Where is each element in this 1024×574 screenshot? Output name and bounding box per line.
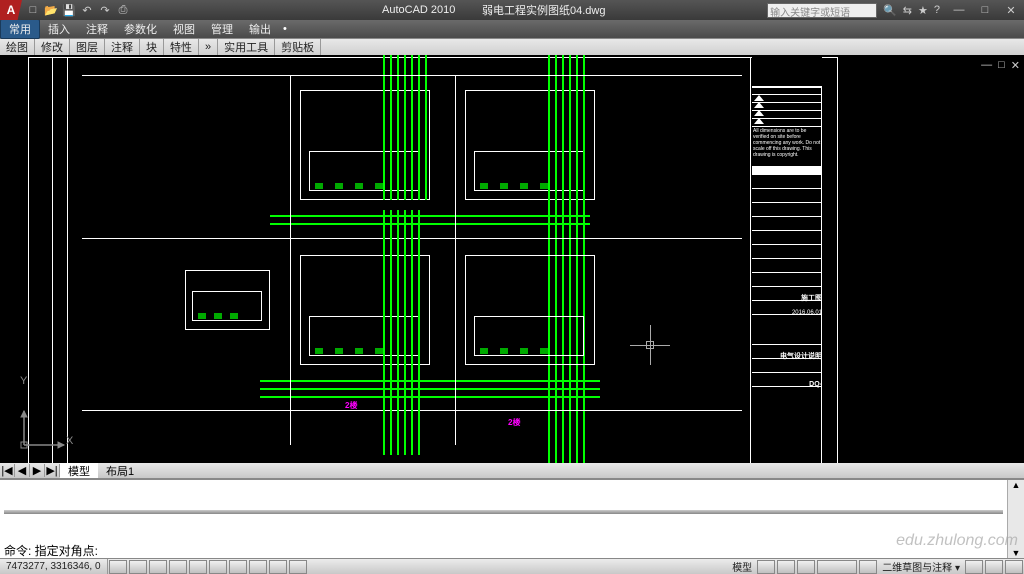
tb-date: 2016.06.01 bbox=[792, 310, 822, 316]
scroll-up-icon[interactable]: ▲ bbox=[1012, 480, 1021, 490]
qat-redo-icon[interactable]: ↷ bbox=[98, 3, 112, 17]
workspace-switcher[interactable]: 二维草图与注释 ▾ bbox=[878, 559, 964, 574]
status-icon[interactable] bbox=[985, 560, 1003, 574]
tab-parametric[interactable]: 参数化 bbox=[116, 20, 165, 38]
tab-nav-prev[interactable]: ◀ bbox=[15, 464, 30, 477]
app-title: AutoCAD 2010 bbox=[382, 4, 455, 16]
ribbon-tabs: 常用 插入 注释 参数化 视图 管理 输出 • bbox=[0, 20, 1024, 38]
document-window-buttons: — □ ✕ bbox=[981, 59, 1020, 72]
schematic-block bbox=[465, 255, 595, 365]
quick-access-toolbar: □ 📂 💾 ↶ ↷ ⎙ bbox=[26, 3, 130, 17]
command-window: 命令: 指定对角点: 命令: 自动保存到 C:\Users\zhulong\ap… bbox=[0, 478, 1024, 558]
panel-layers[interactable]: 图层 bbox=[70, 39, 105, 55]
panel-modify[interactable]: 修改 bbox=[35, 39, 70, 55]
layout-tab-model[interactable]: 模型 bbox=[60, 463, 98, 479]
command-resize-handle[interactable] bbox=[4, 510, 1003, 514]
otrack-toggle[interactable] bbox=[209, 560, 227, 574]
snap-toggle[interactable] bbox=[109, 560, 127, 574]
panel-annotate[interactable]: 注释 bbox=[105, 39, 140, 55]
panel-block[interactable]: 块 bbox=[140, 39, 164, 55]
model-space-button[interactable]: 模型 bbox=[728, 559, 756, 574]
title-bar: A □ 📂 💾 ↶ ↷ ⎙ AutoCAD 2010 弱电工程实例图纸04.dw… bbox=[0, 0, 1024, 20]
infocenter-search-input[interactable]: 输入关键字或短语 bbox=[767, 3, 877, 18]
panel-clipboard[interactable]: 剪贴板 bbox=[275, 39, 321, 55]
lwt-toggle[interactable] bbox=[269, 560, 287, 574]
search-icon[interactable]: 🔍 bbox=[883, 4, 897, 17]
command-line: 命令: 指定对角点: bbox=[4, 542, 1003, 558]
maximize-button[interactable]: □ bbox=[972, 1, 998, 19]
ucs-y-label: Y bbox=[20, 375, 27, 387]
floor-label: 2楼 bbox=[508, 417, 520, 428]
window-buttons: — □ ✕ bbox=[946, 1, 1024, 19]
polar-toggle[interactable] bbox=[169, 560, 187, 574]
layout-tabs: |◀ ◀ ▶ ▶| 模型 布局1 bbox=[0, 463, 1024, 478]
layout-tab-layout1[interactable]: 布局1 bbox=[98, 463, 142, 479]
ducs-toggle[interactable] bbox=[229, 560, 247, 574]
grid-toggle[interactable] bbox=[129, 560, 147, 574]
panel-utilities[interactable]: 实用工具 bbox=[218, 39, 275, 55]
schematic-block bbox=[185, 270, 270, 330]
qat-print-icon[interactable]: ⎙ bbox=[116, 3, 130, 17]
favorites-icon[interactable]: ★ bbox=[918, 4, 928, 17]
help-icon[interactable]: ? bbox=[934, 4, 940, 17]
tb-title: 电气设计说明 bbox=[780, 353, 822, 360]
document-title: 弱电工程实例图纸04.dwg bbox=[482, 2, 605, 18]
scroll-down-icon[interactable]: ▼ bbox=[1012, 548, 1021, 558]
qat-new-icon[interactable]: □ bbox=[26, 3, 40, 17]
tab-view[interactable]: 视图 bbox=[165, 20, 203, 38]
status-bar: 7473277, 3316346, 0 模型 二维草图与注释 ▾ bbox=[0, 558, 1024, 574]
anno-scale-button[interactable] bbox=[817, 560, 857, 574]
ribbon-expand-icon[interactable]: • bbox=[283, 23, 287, 35]
command-history[interactable]: 命令: 指定对角点: 命令: 自动保存到 C:\Users\zhulong\ap… bbox=[0, 480, 1008, 558]
dyn-toggle[interactable] bbox=[249, 560, 267, 574]
titleblock-note: All dimensions are to be verified on sit… bbox=[752, 127, 822, 167]
floor-label: 2楼 bbox=[345, 400, 357, 411]
infocenter-icons: 🔍 ⇆ ★ ? bbox=[883, 4, 940, 17]
status-icon[interactable] bbox=[859, 560, 877, 574]
comm-center-icon[interactable]: ⇆ bbox=[903, 4, 912, 17]
tab-annotate[interactable]: 注释 bbox=[78, 20, 116, 38]
qp-toggle[interactable] bbox=[289, 560, 307, 574]
status-icon[interactable] bbox=[757, 560, 775, 574]
tab-nav-first[interactable]: |◀ bbox=[0, 464, 15, 477]
drawing-canvas[interactable]: — □ ✕ All dimensions are to be verified … bbox=[0, 55, 1024, 478]
ortho-toggle[interactable] bbox=[149, 560, 167, 574]
doc-maximize-button[interactable]: □ bbox=[998, 59, 1005, 72]
coordinates-readout[interactable]: 7473277, 3316346, 0 bbox=[0, 559, 108, 574]
panel-overflow[interactable]: » bbox=[199, 39, 218, 55]
status-icon[interactable] bbox=[797, 560, 815, 574]
tab-nav-last[interactable]: ▶| bbox=[45, 464, 60, 477]
qat-undo-icon[interactable]: ↶ bbox=[80, 3, 94, 17]
command-scrollbar[interactable]: ▲ ▼ bbox=[1008, 480, 1024, 558]
tb-dwgno: DQ- bbox=[809, 381, 822, 388]
minimize-button[interactable]: — bbox=[946, 1, 972, 19]
tab-nav-next[interactable]: ▶ bbox=[30, 464, 45, 477]
doc-close-button[interactable]: ✕ bbox=[1011, 59, 1020, 72]
ribbon-panels: 绘图 修改 图层 注释 块 特性 » 实用工具 剪贴板 bbox=[0, 38, 1024, 55]
panel-properties[interactable]: 特性 bbox=[164, 39, 199, 55]
titleblock: All dimensions are to be verified on sit… bbox=[752, 57, 822, 472]
app-logo[interactable]: A bbox=[0, 0, 22, 20]
tab-manage[interactable]: 管理 bbox=[203, 20, 241, 38]
osnap-toggle[interactable] bbox=[189, 560, 207, 574]
doc-minimize-button[interactable]: — bbox=[981, 59, 992, 72]
qat-save-icon[interactable]: 💾 bbox=[62, 3, 76, 17]
qat-open-icon[interactable]: 📂 bbox=[44, 3, 58, 17]
tab-home[interactable]: 常用 bbox=[0, 19, 40, 39]
status-icon[interactable] bbox=[777, 560, 795, 574]
tab-insert[interactable]: 插入 bbox=[40, 20, 78, 38]
drawing-margin bbox=[52, 57, 68, 472]
status-icon[interactable] bbox=[965, 560, 983, 574]
tab-output[interactable]: 输出 bbox=[241, 20, 279, 38]
panel-draw[interactable]: 绘图 bbox=[0, 39, 35, 55]
close-button[interactable]: ✕ bbox=[998, 1, 1024, 19]
clean-screen-button[interactable] bbox=[1005, 560, 1023, 574]
